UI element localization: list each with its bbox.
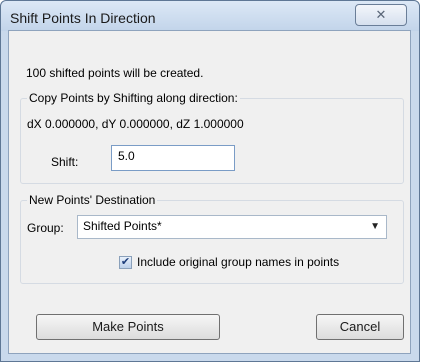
copy-points-group: Copy Points by Shifting along direction:…: [20, 91, 404, 184]
shift-input[interactable]: 5.0: [111, 145, 235, 171]
cancel-button[interactable]: Cancel: [316, 314, 404, 340]
dialog-title: Shift Points In Direction: [10, 10, 156, 26]
shift-value: 5.0: [118, 149, 135, 163]
include-names-checkbox[interactable]: ✔: [119, 256, 132, 269]
group-dropdown-value: Shifted Points*: [83, 219, 162, 233]
group-dropdown[interactable]: Shifted Points* ▼: [77, 215, 387, 239]
make-points-button[interactable]: Make Points: [36, 314, 220, 340]
title-bar[interactable]: Shift Points In Direction ✕: [1, 1, 419, 31]
copy-group-legend: Copy Points by Shifting along direction:: [27, 91, 240, 105]
include-names-label[interactable]: Include original group names in points: [137, 255, 339, 269]
close-button[interactable]: ✕: [355, 4, 407, 26]
group-label: Group:: [27, 221, 64, 235]
check-icon: ✔: [120, 256, 131, 268]
chevron-down-icon: ▼: [370, 221, 380, 232]
close-icon: ✕: [375, 7, 387, 22]
destination-group: New Points' Destination Group: Shifted P…: [20, 193, 404, 284]
info-text: 100 shifted points will be created.: [26, 66, 204, 80]
destination-group-legend: New Points' Destination: [27, 193, 158, 207]
direction-text: dX 0.000000, dY 0.000000, dZ 1.000000: [27, 117, 244, 131]
shift-label: Shift:: [51, 155, 79, 169]
